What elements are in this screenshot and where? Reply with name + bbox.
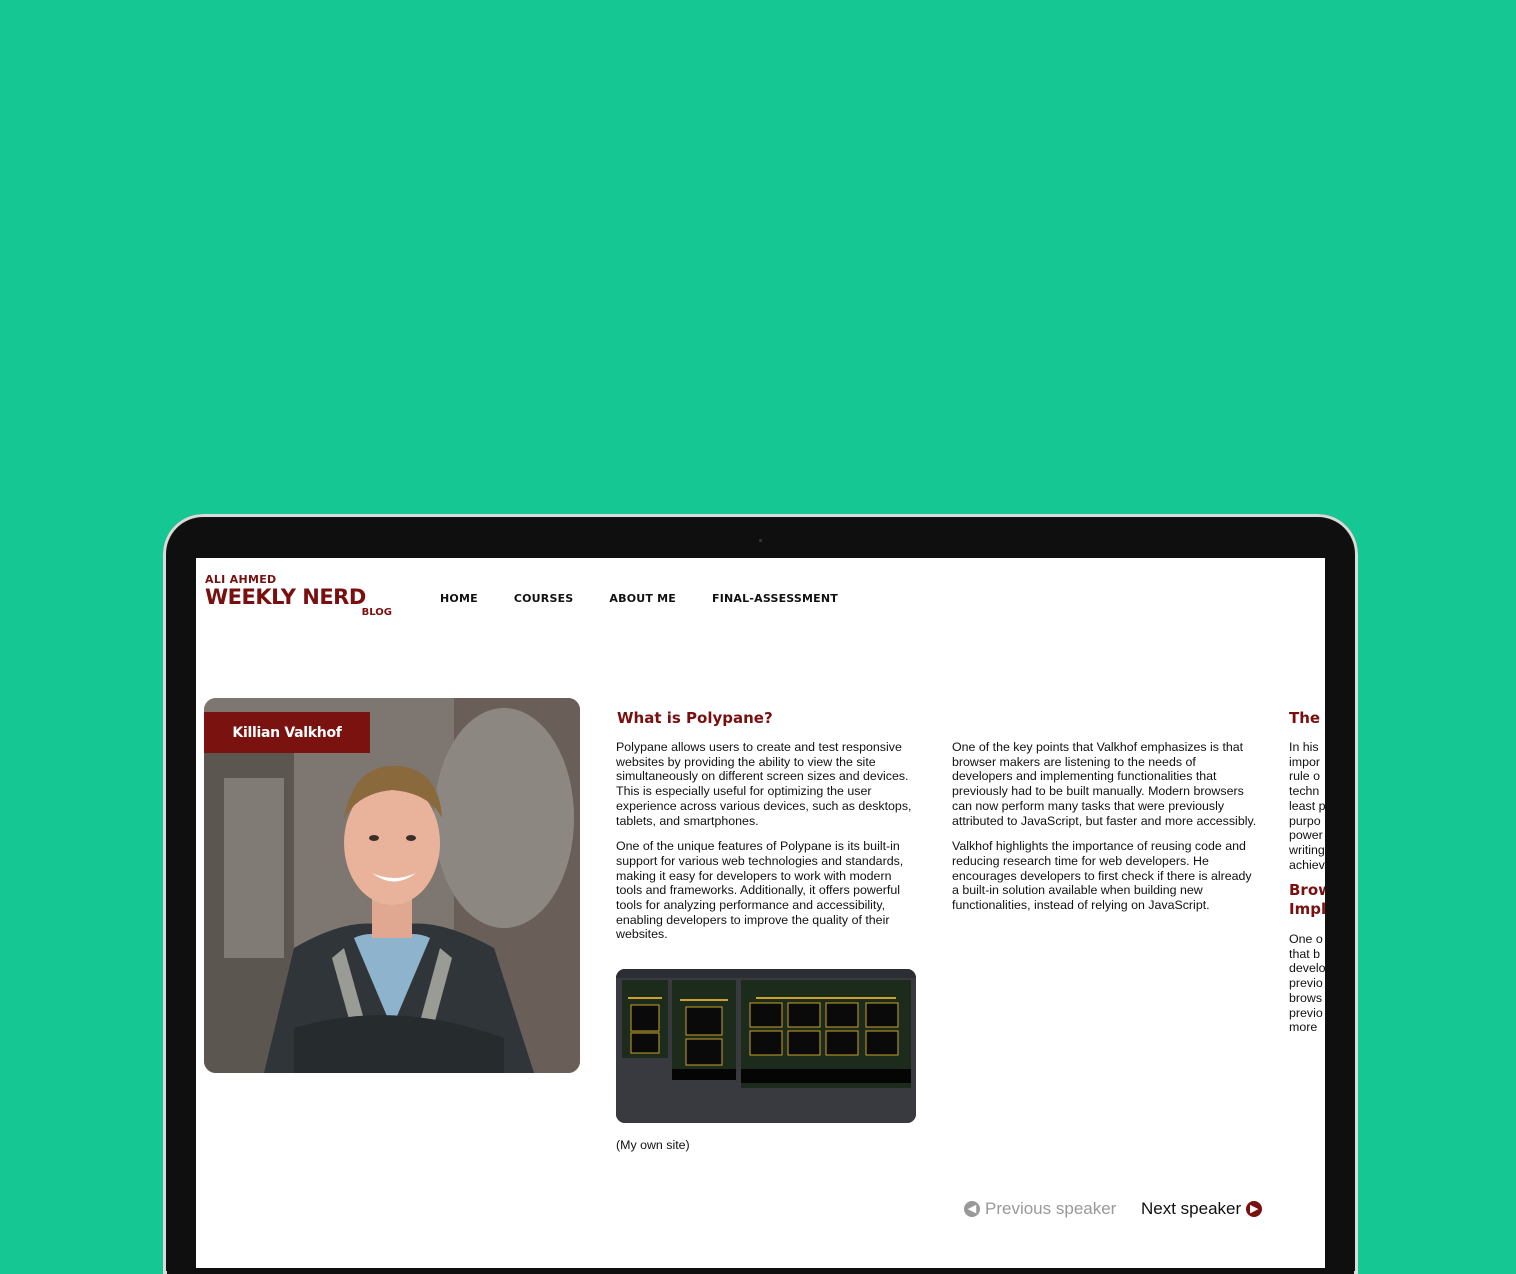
- main-nav: HOME COURSES ABOUT ME FINAL-ASSESSMENT: [440, 592, 838, 605]
- column1-paragraph-2: One of the unique features of Polypane i…: [616, 839, 904, 942]
- site-logo[interactable]: ALI AHMED WEEKLY NERD BLOG: [205, 574, 395, 618]
- browser-viewport: ALI AHMED WEEKLY NERD BLOG HOME COURSES …: [196, 558, 1325, 1268]
- speaker-name-tag: Killian Valkhof: [204, 712, 370, 753]
- article-heading: What is Polypane?: [617, 709, 773, 727]
- article-column-1: Polypane allows users to create and test…: [616, 740, 916, 953]
- column2-paragraph-2: Valkhof highlights the importance of reu…: [952, 839, 1252, 913]
- column3-text: In his impor rule o techn least p purpo …: [1289, 740, 1325, 872]
- column2-paragraph-1: One of the key points that Valkhof empha…: [952, 740, 1257, 828]
- nav-final-assessment[interactable]: FINAL-ASSESSMENT: [712, 592, 838, 605]
- polypane-screenshot: [616, 969, 916, 1123]
- arrow-right-icon: ▶: [1246, 1201, 1263, 1217]
- column3-heading: The: [1289, 709, 1321, 727]
- next-speaker-label: Next speaker: [1141, 1199, 1242, 1218]
- screenshot-caption: (My own site): [616, 1138, 690, 1152]
- logo-title: WEEKLY NERD: [205, 585, 366, 609]
- column1-paragraph-1: Polypane allows users to create and test…: [616, 740, 912, 828]
- logo-subtitle: BLOG: [361, 607, 392, 618]
- nav-courses[interactable]: COURSES: [514, 592, 574, 605]
- column3-text-2: One o that b develo previo brows previo …: [1289, 932, 1325, 1035]
- speaker-photo: [204, 698, 580, 1073]
- webcam-dot: [759, 539, 762, 542]
- previous-speaker-link[interactable]: ◀ Previous speaker: [964, 1199, 1116, 1219]
- article-column-2: One of the key points that Valkhof empha…: [952, 740, 1257, 924]
- nav-about-me[interactable]: ABOUT ME: [609, 592, 676, 605]
- previous-speaker-label: Previous speaker: [985, 1199, 1117, 1218]
- column3-heading-2: Brow Impl: [1289, 881, 1325, 918]
- nav-home[interactable]: HOME: [440, 592, 478, 605]
- arrow-left-icon: ◀: [964, 1201, 980, 1217]
- next-speaker-link[interactable]: Next speaker ▶: [1141, 1199, 1263, 1219]
